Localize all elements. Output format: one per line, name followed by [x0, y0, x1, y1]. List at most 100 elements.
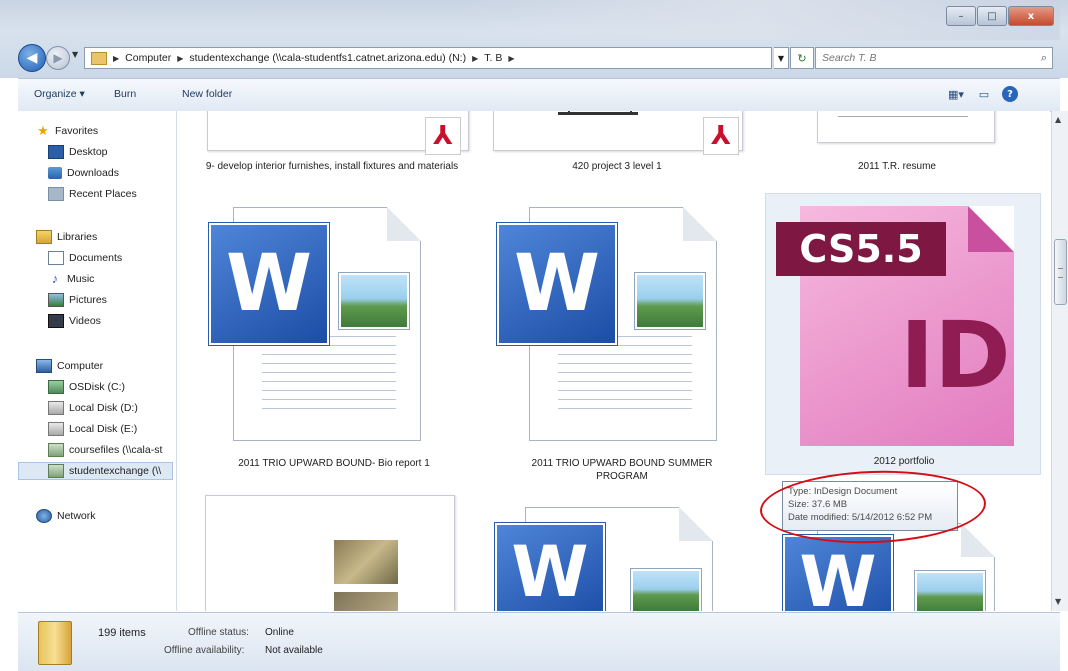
sidebar-item-music[interactable]: ♪ Music	[48, 270, 95, 288]
burn-button[interactable]: Burn	[114, 88, 136, 100]
photo-thumbnail	[334, 540, 398, 584]
cs55-badge: CS5.5	[776, 222, 946, 276]
sidebar-item-recent-places[interactable]: Recent Places	[48, 185, 137, 203]
sidebar-item-local-disk-e[interactable]: Local Disk (E:)	[48, 420, 137, 438]
text-lines	[558, 336, 692, 417]
file-item[interactable]	[205, 495, 455, 611]
maximize-button[interactable]: □	[977, 6, 1007, 26]
pictures-icon	[48, 293, 64, 307]
sidebar-item-label: Favorites	[55, 125, 99, 137]
folder-icon	[91, 51, 107, 65]
file-item[interactable]: ⅄ 9- develop interior furnishes, install…	[197, 111, 469, 201]
sidebar-item-label: Computer	[57, 360, 104, 372]
hard-drive-icon	[48, 401, 64, 415]
file-item[interactable]: 2011 T.R. resume	[767, 111, 1027, 201]
file-item[interactable]: W 2011 TRIO UPWARD BOUND- Bio report 1	[199, 207, 469, 469]
text-line	[838, 116, 968, 117]
search-input[interactable]	[820, 51, 1024, 65]
sidebar-item-desktop[interactable]: Desktop	[48, 143, 108, 161]
sidebar-item-osdisk[interactable]: OSDisk (C:)	[48, 378, 125, 396]
search-box[interactable]: ⌕	[815, 47, 1053, 69]
sidebar-item-label: Videos	[69, 315, 101, 327]
sidebar-item-local-disk-d[interactable]: Local Disk (D:)	[48, 399, 138, 417]
refresh-icon: ↻	[797, 51, 807, 65]
vertical-scrollbar[interactable]: ▲ ▼	[1051, 111, 1068, 611]
hard-drive-icon	[48, 422, 64, 436]
sidebar-item-favorites[interactable]: ★ Favorites	[36, 122, 98, 140]
refresh-button[interactable]: ↻	[790, 47, 814, 69]
file-name: 9- develop interior furnishes, install f…	[205, 161, 459, 172]
sidebar-item-documents[interactable]: Documents	[48, 249, 122, 267]
search-icon[interactable]: ⌕	[1041, 51, 1047, 65]
documents-icon	[48, 251, 64, 265]
file-name: 2011 TRIO UPWARD BOUND SUMMER PROGRAM	[531, 458, 713, 482]
word-icon: W	[209, 223, 329, 345]
sidebar-item-network[interactable]: Network	[36, 507, 96, 525]
chevron-right-icon[interactable]: ▶	[472, 54, 478, 63]
sidebar-item-studentexchange[interactable]: studentexchange (\\	[18, 462, 173, 480]
sidebar-item-label: Network	[57, 510, 96, 522]
file-item[interactable]: ⅄ 420 project 3 level 1	[487, 111, 747, 201]
sidebar-item-label: Pictures	[69, 294, 107, 306]
sidebar-item-label: Recent Places	[69, 188, 137, 200]
forward-arrow-icon: ▶	[53, 51, 63, 65]
recent-pages-dropdown[interactable]: ▼	[72, 50, 78, 59]
file-item[interactable]: W 2011 TRIO UPWARD BOUND SUMMER PROGRAM	[487, 207, 757, 482]
help-icon[interactable]: ?	[1002, 86, 1018, 102]
network-drive-icon	[48, 443, 64, 457]
chevron-right-icon[interactable]: ▶	[113, 54, 119, 63]
page-fold	[968, 206, 1014, 252]
back-button[interactable]: ◀	[18, 44, 46, 72]
breadcrumb-tb[interactable]: T. B	[484, 52, 502, 64]
preview-pane-icon[interactable]: ▭	[974, 85, 994, 103]
address-bar[interactable]: ▶ Computer ▶ studentexchange (\\cala-stu…	[84, 47, 772, 69]
change-view-icon[interactable]: ▦▾	[946, 85, 966, 103]
new-folder-button[interactable]: New folder	[182, 88, 232, 100]
sidebar-item-label: Music	[67, 273, 95, 285]
file-item[interactable]: W	[495, 507, 715, 611]
sidebar-item-label: Downloads	[67, 167, 119, 179]
document-thumbnail	[817, 111, 995, 143]
chevron-right-icon[interactable]: ▶	[177, 54, 183, 63]
close-button[interactable]: x	[1008, 6, 1054, 26]
file-name: 2011 TRIO UPWARD BOUND- Bio report 1	[238, 458, 430, 469]
scrollbar-thumb[interactable]	[1054, 239, 1067, 305]
image-preview-icon	[339, 273, 409, 329]
breadcrumb-computer[interactable]: Computer	[125, 52, 171, 64]
window-controls: – □ x	[946, 6, 1054, 26]
sidebar-item-pictures[interactable]: Pictures	[48, 291, 107, 309]
desktop-icon	[48, 145, 64, 159]
view-controls: ▦▾ ▭ ?	[946, 85, 1018, 103]
floor-plan-line	[558, 112, 638, 115]
item-count: 199 items	[98, 627, 146, 639]
sidebar-item-label: Local Disk (D:)	[69, 402, 138, 414]
organize-button[interactable]: Organize ▾	[34, 88, 85, 100]
page-fold	[961, 523, 995, 557]
scroll-down-icon[interactable]: ▼	[1055, 597, 1061, 606]
chevron-right-icon[interactable]: ▶	[508, 54, 514, 63]
offline-status-value: Online	[265, 627, 294, 638]
sidebar-item-computer[interactable]: Computer	[36, 357, 103, 375]
file-item-selected[interactable]: ID CS5.5 2012 portfolio	[765, 193, 1041, 475]
grip-icon	[1058, 268, 1063, 278]
word-icon: W	[497, 223, 617, 345]
page-fold	[387, 207, 421, 241]
offline-status-label: Offline status:	[188, 627, 249, 638]
file-name: 420 project 3 level 1	[572, 161, 662, 172]
minimize-button[interactable]: –	[946, 6, 976, 26]
details-pane: 199 items Offline status: Online Offline…	[18, 612, 1060, 671]
scroll-up-icon[interactable]: ▲	[1055, 115, 1061, 124]
breadcrumb-studentexchange[interactable]: studentexchange (\\cala-studentfs1.catne…	[189, 52, 466, 64]
folder-icon	[38, 621, 72, 665]
network-icon	[36, 509, 52, 523]
sidebar-item-coursefiles[interactable]: coursefiles (\\cala-st	[48, 441, 162, 459]
network-drive-icon	[48, 464, 64, 478]
file-name: 2012 portfolio	[873, 456, 935, 467]
sidebar-item-libraries[interactable]: Libraries	[36, 228, 97, 246]
sidebar-item-videos[interactable]: Videos	[48, 312, 101, 330]
forward-button[interactable]: ▶	[46, 46, 70, 70]
sidebar-item-downloads[interactable]: Downloads	[48, 164, 119, 182]
address-dropdown-button[interactable]: ▼	[774, 47, 789, 69]
image-preview-icon	[915, 571, 985, 611]
offline-availability-value: Not available	[265, 645, 323, 656]
